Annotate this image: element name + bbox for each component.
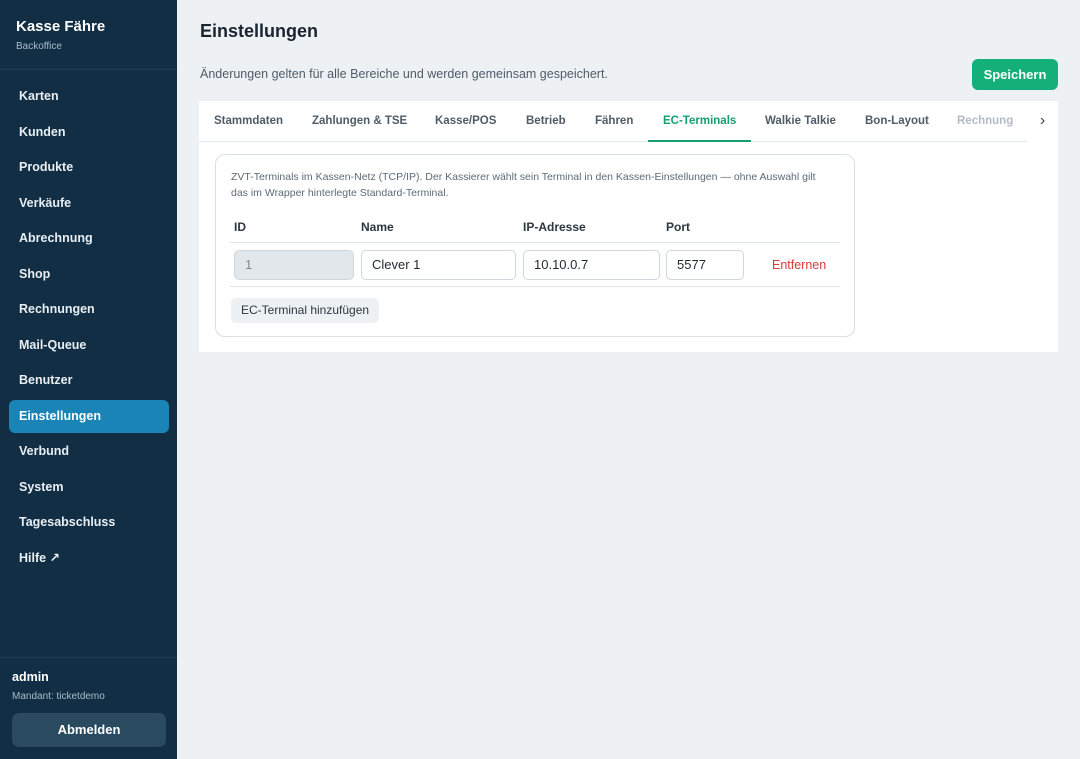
tab-zahlungen-tse[interactable]: Zahlungen & TSE bbox=[312, 101, 407, 142]
sidebar-item-verbund[interactable]: Verbund bbox=[9, 435, 169, 468]
tab-faehren[interactable]: Fähren bbox=[595, 101, 633, 142]
column-header-port: Port bbox=[666, 220, 690, 234]
terminal-ip-input[interactable]: 10.10.0.7 bbox=[523, 250, 660, 280]
brand-title: Kasse Fähre bbox=[16, 18, 106, 35]
sidebar-nav: Karten Kunden Produkte Verkäufe Abrechnu… bbox=[9, 80, 169, 577]
column-header-id: ID bbox=[234, 220, 246, 234]
sidebar-item-benutzer[interactable]: Benutzer bbox=[9, 364, 169, 397]
terminal-id-field: 1 bbox=[234, 250, 354, 280]
table-divider bbox=[230, 242, 840, 243]
sidebar-item-produkte[interactable]: Produkte bbox=[9, 151, 169, 184]
terminal-name-input[interactable]: Clever 1 bbox=[361, 250, 516, 280]
chevron-right-icon[interactable]: › bbox=[1027, 101, 1058, 142]
logout-button[interactable]: Abmelden bbox=[12, 713, 166, 747]
tab-walkie-talkie[interactable]: Walkie Talkie bbox=[765, 101, 836, 142]
sidebar-item-shop[interactable]: Shop bbox=[9, 258, 169, 291]
save-button[interactable]: Speichern bbox=[972, 59, 1058, 90]
tab-bar: Stammdaten Zahlungen & TSE Kasse/POS Bet… bbox=[199, 101, 1058, 142]
page-title: Einstellungen bbox=[200, 21, 319, 41]
sidebar-item-system[interactable]: System bbox=[9, 471, 169, 504]
column-header-name: Name bbox=[361, 220, 394, 234]
sidebar-item-tagesabschluss[interactable]: Tagesabschluss bbox=[9, 506, 169, 539]
ec-terminals-card: ZVT-Terminals im Kassen-Netz (TCP/IP). D… bbox=[215, 154, 855, 337]
tab-ec-terminals[interactable]: EC-Terminals bbox=[648, 101, 752, 142]
sidebar: Kasse Fähre Backoffice Karten Kunden Pro… bbox=[0, 0, 177, 759]
divider bbox=[0, 69, 177, 70]
sidebar-item-verkaeufe[interactable]: Verkäufe bbox=[9, 187, 169, 220]
terminal-port-input[interactable]: 5577 bbox=[666, 250, 744, 280]
divider bbox=[0, 657, 177, 658]
sidebar-item-kunden[interactable]: Kunden bbox=[9, 116, 169, 149]
tab-betrieb[interactable]: Betrieb bbox=[526, 101, 566, 142]
brand-subtitle: Backoffice bbox=[16, 41, 62, 52]
sidebar-item-karten[interactable]: Karten bbox=[9, 80, 169, 113]
sidebar-item-einstellungen[interactable]: Einstellungen bbox=[9, 399, 169, 433]
tab-bon-layout[interactable]: Bon-Layout bbox=[865, 101, 929, 142]
table-divider bbox=[230, 286, 840, 287]
sidebar-item-mail-queue[interactable]: Mail-Queue bbox=[9, 329, 169, 362]
tab-rechnung[interactable]: Rechnung bbox=[957, 101, 1013, 142]
settings-panel: Stammdaten Zahlungen & TSE Kasse/POS Bet… bbox=[199, 101, 1058, 352]
brand: Kasse Fähre Backoffice bbox=[16, 18, 105, 52]
tab-stammdaten[interactable]: Stammdaten bbox=[214, 101, 283, 142]
add-terminal-button[interactable]: EC-Terminal hinzufügen bbox=[231, 298, 380, 323]
user-name: admin bbox=[12, 670, 49, 684]
ec-terminals-description: ZVT-Terminals im Kassen-Netz (TCP/IP). D… bbox=[231, 171, 816, 199]
page-hint: Änderungen gelten für alle Bereiche und … bbox=[200, 67, 608, 81]
remove-terminal-button[interactable]: Entfernen bbox=[772, 258, 826, 272]
sidebar-item-hilfe[interactable]: Hilfe ↗ bbox=[9, 542, 169, 575]
sidebar-item-abrechnung[interactable]: Abrechnung bbox=[9, 222, 169, 255]
sidebar-item-rechnungen[interactable]: Rechnungen bbox=[9, 293, 169, 326]
column-header-ip: IP-Adresse bbox=[523, 220, 586, 234]
user-tenant: Mandant: ticketdemo bbox=[12, 691, 105, 702]
tab-kasse-pos[interactable]: Kasse/POS bbox=[435, 101, 496, 142]
